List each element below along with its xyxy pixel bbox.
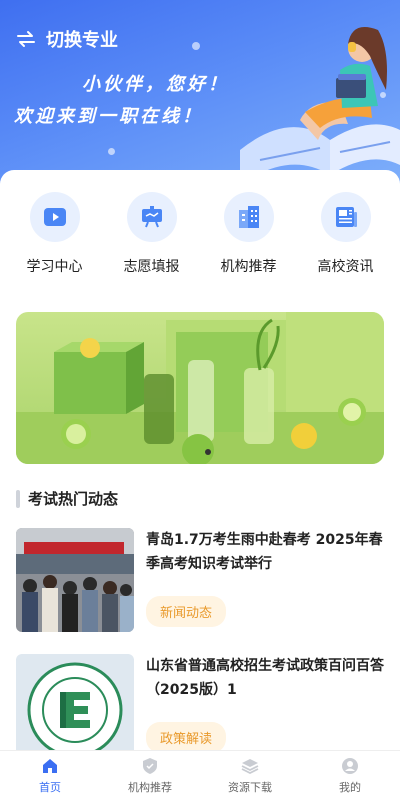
tab-downloads[interactable]: 资源下载 [200,751,300,800]
news-thumbnail [16,528,134,632]
quick-link-icon-bg [29,192,80,242]
news-thumbnail [16,654,134,758]
news-tag[interactable]: 新闻动态 [146,596,227,627]
switch-major-button[interactable]: 切换专业 [16,26,118,52]
play-video-icon [43,208,66,226]
quick-link-icon-bg [320,192,371,242]
section-header: 考试热门动态 [16,488,118,509]
tab-label: 资源下载 [228,780,272,794]
quick-link-label: 学习中心 [26,259,83,275]
section-title: 考试热门动态 [28,490,119,508]
home-icon [43,758,57,773]
decor-dot [192,42,200,50]
news-title: 山东省普通高校招生考试政策百问百答 （2025版）1 [146,658,384,698]
quick-link-volunteer[interactable]: 志愿填报 [112,192,192,276]
quick-link-label: 高校资讯 [317,259,374,275]
user-icon [342,757,358,774]
girl-reading-illustration [240,27,400,185]
news-title: 青岛1.7万考生雨中赴春考 2025年春季高考知识考试举行 [146,532,383,572]
bottom-tab-bar: 首页 机构推荐 资源下载 我的 [0,750,400,800]
decor-dot [108,148,115,155]
news-body: 山东省普通高校招生考试政策百问百答 （2025版）1 政策解读 [134,654,384,758]
tab-profile[interactable]: 我的 [300,751,400,800]
quick-links: 学习中心 志愿填报 机构推荐 高校资讯 [0,192,400,276]
main-content: 学习中心 志愿填报 机构推荐 高校资讯 考试热门动态 青岛1.7万考生雨中赴春考… [0,170,400,758]
quick-link-institution[interactable]: 机构推荐 [209,192,289,276]
newspaper-icon [335,207,357,227]
switch-major-label: 切换专业 [46,30,118,51]
quick-link-learning-center[interactable]: 学习中心 [15,192,95,276]
quick-link-label: 机构推荐 [220,259,277,275]
shield-icon [143,757,157,774]
quick-link-icon-bg [126,192,177,242]
quick-link-university-news[interactable]: 高校资讯 [306,192,386,276]
quick-link-label: 志愿填报 [123,259,180,275]
tab-label: 首页 [39,780,61,794]
greeting-line-2: 欢迎来到一职在线！ [14,106,203,127]
tab-institution[interactable]: 机构推荐 [100,751,200,800]
header-banner: 切换专业 小伙伴，您好！ 欢迎来到一职在线！ [0,0,400,190]
presentation-board-icon [141,206,162,228]
quick-link-icon-bg [223,192,274,242]
lime-drinks-image [16,312,384,464]
news-body: 青岛1.7万考生雨中赴春考 2025年春季高考知识考试举行 新闻动态 [134,528,384,632]
tab-label: 我的 [339,780,361,794]
promo-carousel[interactable] [16,312,384,464]
news-item[interactable]: 青岛1.7万考生雨中赴春考 2025年春季高考知识考试举行 新闻动态 [16,528,384,632]
layers-icon [241,758,259,774]
tab-label: 机构推荐 [128,780,172,794]
switch-arrows-icon [17,31,35,47]
exam-crowd-photo [16,528,134,632]
admissions-seal-logo [16,654,134,758]
building-icon [238,206,259,228]
tab-home[interactable]: 首页 [0,751,100,800]
greeting-line-1: 小伙伴，您好！ [82,74,229,95]
news-tag[interactable]: 政策解读 [146,722,227,753]
news-item[interactable]: 山东省普通高校招生考试政策百问百答 （2025版）1 政策解读 [16,654,384,758]
section-accent-bar [16,489,20,508]
